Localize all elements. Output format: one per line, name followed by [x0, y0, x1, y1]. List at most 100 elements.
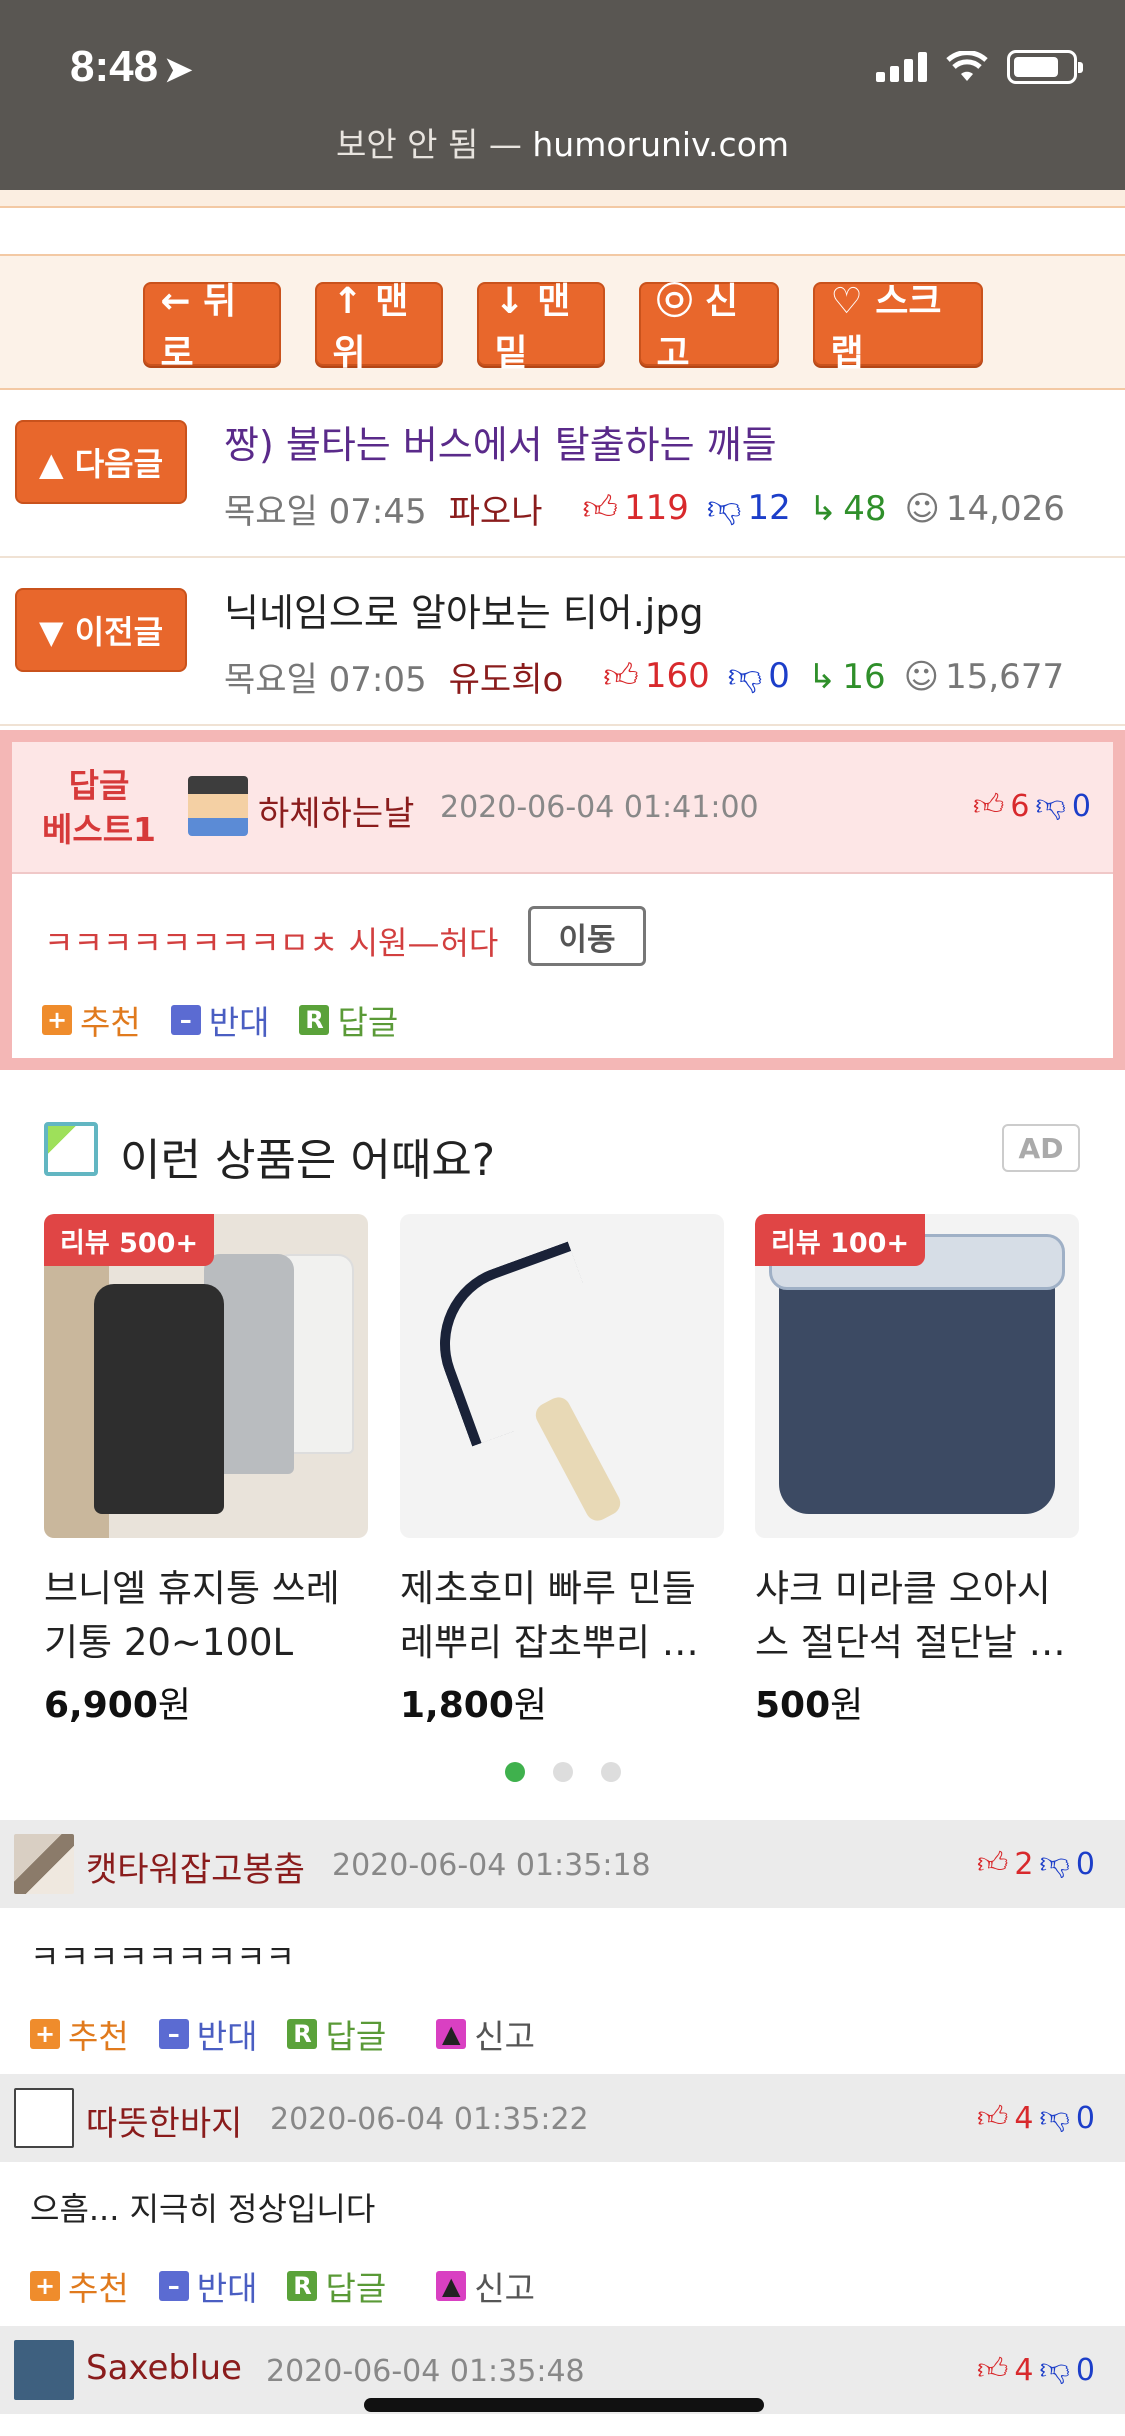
scroll-bottom-button[interactable]: ↓ 맨밑: [476, 281, 605, 374]
back-button[interactable]: ← 뒤로: [142, 281, 281, 374]
product-name[interactable]: 샤크 미라클 오아시스 절단석 절단날 …: [755, 1562, 1079, 1670]
reply-count: 16: [842, 656, 886, 697]
prev-post-title[interactable]: 닉네임으로 알아보는 티어.jpg: [224, 582, 704, 637]
ad-title: 이런 상품은 어때요?: [120, 1135, 496, 1186]
reply-arrow-icon: ↳: [807, 656, 837, 697]
nav-buttons: ← 뒤로 ↑ 맨위 ↓ 맨밑 ㉧ 신고 ♡ 스크랩: [0, 281, 1125, 374]
siren-icon: ▲: [436, 2019, 467, 2049]
review-badge: 리뷰 500+: [44, 1214, 215, 1266]
cellular-signal-icon: [876, 52, 927, 82]
comment-text: ㅋㅋㅋㅋㅋㅋㅋㅋㅋ: [30, 1938, 295, 1976]
reply-count: 48: [843, 488, 887, 529]
product-card[interactable]: 리뷰 100+ 샤크 미라클 오아시스 절단석 절단날 … 500원: [755, 1214, 1079, 1728]
scrap-button[interactable]: ♡ 스크랩: [812, 281, 983, 374]
product-price: 1,800원: [400, 1685, 547, 1726]
battery-icon: [1007, 50, 1083, 84]
plus-icon: +: [42, 1005, 72, 1035]
product-card[interactable]: 리뷰 500+ 브니엘 휴지통 쓰레기통 20~100L 6,900원: [44, 1214, 368, 1728]
carousel-dot[interactable]: [600, 1762, 621, 1782]
oppose-button[interactable]: – 반대: [158, 2010, 257, 2058]
home-indicator[interactable]: [364, 2398, 764, 2412]
product-name[interactable]: 브니엘 휴지통 쓰레기통 20~100L: [44, 1562, 368, 1670]
reply-arrow-icon: ↳: [808, 488, 838, 529]
review-badge: 리뷰 100+: [755, 1214, 926, 1266]
top-divider: [0, 190, 1125, 208]
comment-author[interactable]: 하체하는날: [258, 786, 414, 835]
thumb-down-icon: 👎︎: [1035, 788, 1066, 823]
minus-icon: –: [170, 1005, 201, 1035]
next-post-row[interactable]: ▲ 다음글 짱) 불타는 버스에서 탈출하는 깨들 목요일 07:45 파오나 …: [0, 392, 1125, 558]
plus-icon: +: [30, 2271, 60, 2301]
move-button[interactable]: 이동: [528, 906, 646, 966]
comment-date: 2020-06-04 01:35:18: [332, 1848, 651, 1883]
smiley-icon: ☺: [904, 488, 940, 529]
next-post-title[interactable]: 짱) 불타는 버스에서 탈출하는 깨들: [224, 414, 777, 469]
product-card[interactable]: 제초호미 빠루 민들레뿌리 잡초뿌리 … 1,800원: [400, 1214, 724, 1728]
plus-icon: +: [30, 2019, 60, 2049]
report-comment-button[interactable]: ▲ 신고: [436, 2010, 535, 2058]
down-count: 0: [768, 656, 790, 696]
prev-post-button[interactable]: ▼ 이전글: [15, 588, 187, 672]
view-count: 14,026: [945, 488, 1065, 529]
product-price: 6,900원: [44, 1685, 191, 1726]
comment-header: 따뜻한바지 2020-06-04 01:35:22 👍︎ 4 👎︎ 0: [0, 2074, 1125, 2162]
reply-button[interactable]: R 답글: [287, 2010, 386, 2058]
product-image[interactable]: 리뷰 100+: [755, 1214, 1079, 1538]
reply-button[interactable]: R 답글: [299, 996, 398, 1044]
minus-icon: –: [158, 2019, 189, 2049]
report-comment-button[interactable]: ▲ 신고: [436, 2262, 535, 2310]
comment-votes: 👍︎ 2 👎︎ 0: [977, 1846, 1095, 1882]
product-image[interactable]: 리뷰 500+: [44, 1214, 368, 1538]
down-count: 12: [747, 488, 791, 528]
thumb-down-icon: 👎︎: [1039, 1846, 1070, 1881]
product-name[interactable]: 제초호미 빠루 민들레뿌리 잡초뿌리 …: [400, 1562, 724, 1670]
comment-text: 으흠... 지극히 정상입니다: [30, 2190, 376, 2228]
comment-author[interactable]: 캣타워잡고봉춤: [86, 1842, 305, 1891]
avatar[interactable]: [14, 1834, 74, 1894]
carousel-dots: [0, 1762, 1125, 1782]
reply-r-icon: R: [287, 2019, 318, 2049]
thumb-down-icon: 👎︎: [1039, 2352, 1070, 2387]
post-author[interactable]: 파오나: [449, 484, 543, 533]
thumb-down-icon: 👎︎: [706, 488, 742, 528]
post-author[interactable]: 유도희o: [449, 652, 564, 701]
avatar[interactable]: [14, 2088, 74, 2148]
recommend-button[interactable]: + 추천: [42, 996, 141, 1044]
thumb-up-icon: 👍︎: [977, 2352, 1009, 2387]
best-comment-header: 답글 베스트1 하체하는날 2020-06-04 01:41:00 👍︎ 6 👎︎ 0: [12, 742, 1113, 874]
best-comment: 답글 베스트1 하체하는날 2020-06-04 01:41:00 👍︎ 6 👎︎ 0…: [0, 730, 1125, 1070]
avatar[interactable]: [188, 776, 248, 836]
post-time: 목요일 07:05: [224, 660, 427, 700]
comment-actions: + 추천 – 반대 R 답글 ▲ 신고: [30, 2010, 535, 2058]
recommend-button[interactable]: + 추천: [30, 2262, 129, 2310]
avatar[interactable]: [14, 2340, 74, 2400]
recommend-button[interactable]: + 추천: [30, 2010, 129, 2058]
thumb-down-icon: 👎︎: [1039, 2100, 1070, 2135]
reply-button[interactable]: R 답글: [287, 2262, 386, 2310]
ad-badge[interactable]: AD: [1002, 1124, 1080, 1172]
clock: 8:48 ➤: [70, 42, 193, 91]
comment-votes: 👍︎ 4 👎︎ 0: [977, 2352, 1095, 2388]
next-post-meta: 목요일 07:45 파오나 👍︎ 119 👎︎ 12 ↳ 48 ☺ 14,026: [224, 484, 1065, 533]
location-arrow-icon: ➤: [164, 51, 193, 89]
report-button[interactable]: ㉧ 신고: [638, 281, 779, 374]
next-post-button[interactable]: ▲ 다음글: [15, 420, 187, 504]
view-count: 15,677: [945, 656, 1065, 697]
oppose-button[interactable]: – 반대: [158, 2262, 257, 2310]
thumb-down-icon: 👎︎: [727, 656, 763, 696]
comment-votes: 👍︎ 4 👎︎ 0: [977, 2100, 1095, 2136]
comment-actions: + 추천 – 반대 R 답글 ▲ 신고: [30, 2262, 535, 2310]
down-count: 0: [1071, 788, 1091, 824]
carousel-dot[interactable]: [504, 1762, 525, 1782]
product-image[interactable]: [400, 1214, 724, 1538]
carousel-dot[interactable]: [552, 1762, 573, 1782]
scroll-top-button[interactable]: ↑ 맨위: [314, 281, 443, 374]
url-bar[interactable]: 보안 안 됨 — humoruniv.com: [0, 118, 1125, 166]
comment-author[interactable]: 따뜻한바지: [86, 2096, 242, 2145]
up-count: 160: [644, 656, 710, 696]
status-bar: 8:48 ➤ 보안 안 됨 — humoruniv.com: [0, 0, 1125, 190]
prev-post-meta: 목요일 07:05 유도희o 👍︎ 160 👎︎ 0 ↳ 16 ☺ 15,677: [224, 652, 1064, 701]
comment-author[interactable]: Saxeblue: [86, 2348, 242, 2388]
oppose-button[interactable]: – 반대: [170, 996, 269, 1044]
prev-post-row[interactable]: ▼ 이전글 닉네임으로 알아보는 티어.jpg 목요일 07:05 유도희o 👍…: [0, 560, 1125, 726]
